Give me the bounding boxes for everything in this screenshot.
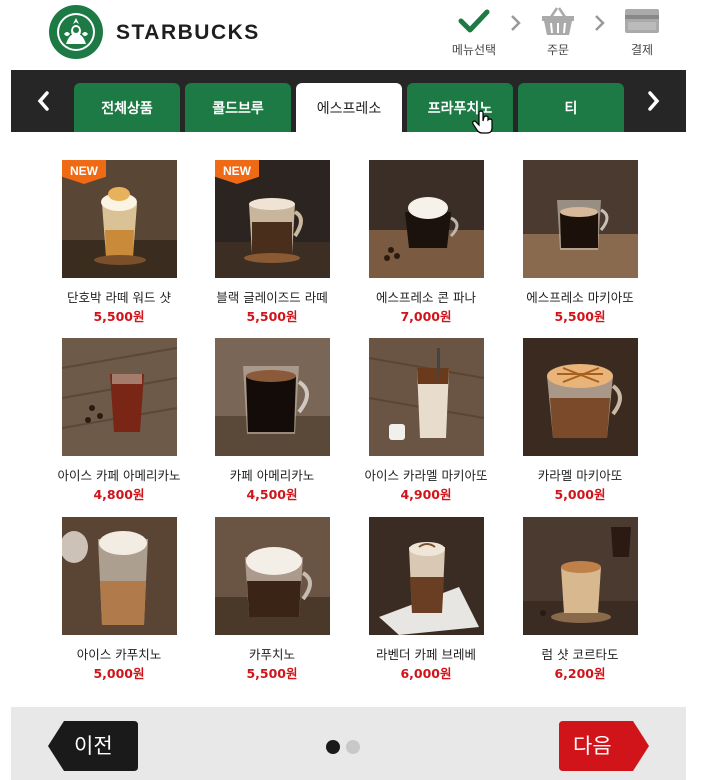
prev-category-button[interactable] <box>25 70 61 132</box>
product-image <box>62 338 177 456</box>
product-price: 4,900원 <box>400 487 452 502</box>
next-button-label: 다음 <box>573 734 612 758</box>
step-menu-select: 메뉴선택 <box>446 6 502 58</box>
product-image <box>215 338 330 456</box>
product-name: 블랙 글레이즈드 라떼 <box>216 290 328 305</box>
tab-tea[interactable]: 티 <box>518 83 624 132</box>
chevron-right-icon <box>648 91 660 111</box>
product-name: 카푸치노 <box>248 647 295 662</box>
product-name: 아이스 카라멜 마키아또 <box>364 468 488 483</box>
chevron-left-icon <box>37 91 49 111</box>
product-name: 라벤더 카페 브레베 <box>376 647 476 662</box>
product-name: 아이스 카페 아메리카노 <box>57 468 181 483</box>
card-icon <box>625 9 659 33</box>
check-icon <box>458 9 490 33</box>
brand-name: STARBUCKS <box>116 21 260 44</box>
step-payment: 결제 <box>614 6 670 58</box>
product-name: 럼 샷 코르타도 <box>541 647 619 662</box>
tab-espresso[interactable]: 에스프레소 <box>296 83 402 132</box>
product-price: 5,000원 <box>93 666 145 681</box>
basket-icon <box>542 7 574 35</box>
footer-bar: 이전 다음 <box>11 707 686 780</box>
step-label: 결제 <box>630 43 654 57</box>
product-price: 5,500원 <box>246 666 298 681</box>
product-image <box>523 517 638 635</box>
product-image <box>369 517 484 635</box>
tab-frappuccino[interactable]: 프라푸치노 <box>407 83 513 132</box>
product-name: 에스프레소 마키아또 <box>526 290 634 305</box>
product-image <box>215 517 330 635</box>
product-image <box>523 160 638 278</box>
product-image <box>369 338 484 456</box>
product-name: 카페 아메리카노 <box>229 468 315 483</box>
prev-button-label: 이전 <box>74 734 113 758</box>
chevron-right-icon <box>511 15 521 31</box>
product-price: 4,500원 <box>246 487 298 502</box>
order-steps: 메뉴선택 주문 결제 <box>446 6 670 58</box>
tab-all-products[interactable]: 전체상품 <box>74 83 180 132</box>
product-price: 4,800원 <box>93 487 145 502</box>
step-label: 주문 <box>546 43 570 57</box>
product-price: 5,000원 <box>554 487 606 502</box>
tab-cold-brew[interactable]: 콜드브루 <box>185 83 291 132</box>
next-button[interactable]: 다음 <box>559 721 649 771</box>
product-image: NEW <box>215 160 330 278</box>
product-name: 아이스 카푸치노 <box>76 647 162 662</box>
product-name: 단호박 라떼 워드 샷 <box>67 290 171 305</box>
page-indicator <box>326 740 360 754</box>
product-price: 6,200원 <box>554 666 606 681</box>
step-label: 메뉴선택 <box>451 43 497 57</box>
hand-cursor-icon <box>472 110 493 134</box>
category-bar: 전체상품 콜드브루 에스프레소 프라푸치노 티 <box>11 70 686 132</box>
product-image: NEW <box>62 160 177 278</box>
product-price: 5,500원 <box>554 309 606 324</box>
product-name: 카라멜 마키아또 <box>537 468 623 483</box>
header: STARBUCKS 메뉴선택 주문 결제 <box>0 0 706 70</box>
product-price: 7,000원 <box>400 309 452 324</box>
product-price: 5,500원 <box>93 309 145 324</box>
next-category-button[interactable] <box>636 70 672 132</box>
step-order: 주문 <box>530 6 586 58</box>
product-image <box>523 338 638 456</box>
chevron-right-icon <box>595 15 605 31</box>
product-image <box>62 517 177 635</box>
product-name: 에스프레소 콘 파나 <box>376 290 476 305</box>
starbucks-logo-icon <box>49 5 103 59</box>
product-price: 6,000원 <box>400 666 452 681</box>
page-dot[interactable] <box>346 740 360 754</box>
product-price: 5,500원 <box>246 309 298 324</box>
product-image <box>369 160 484 278</box>
prev-button[interactable]: 이전 <box>48 721 138 771</box>
page-dot-active[interactable] <box>326 740 340 754</box>
